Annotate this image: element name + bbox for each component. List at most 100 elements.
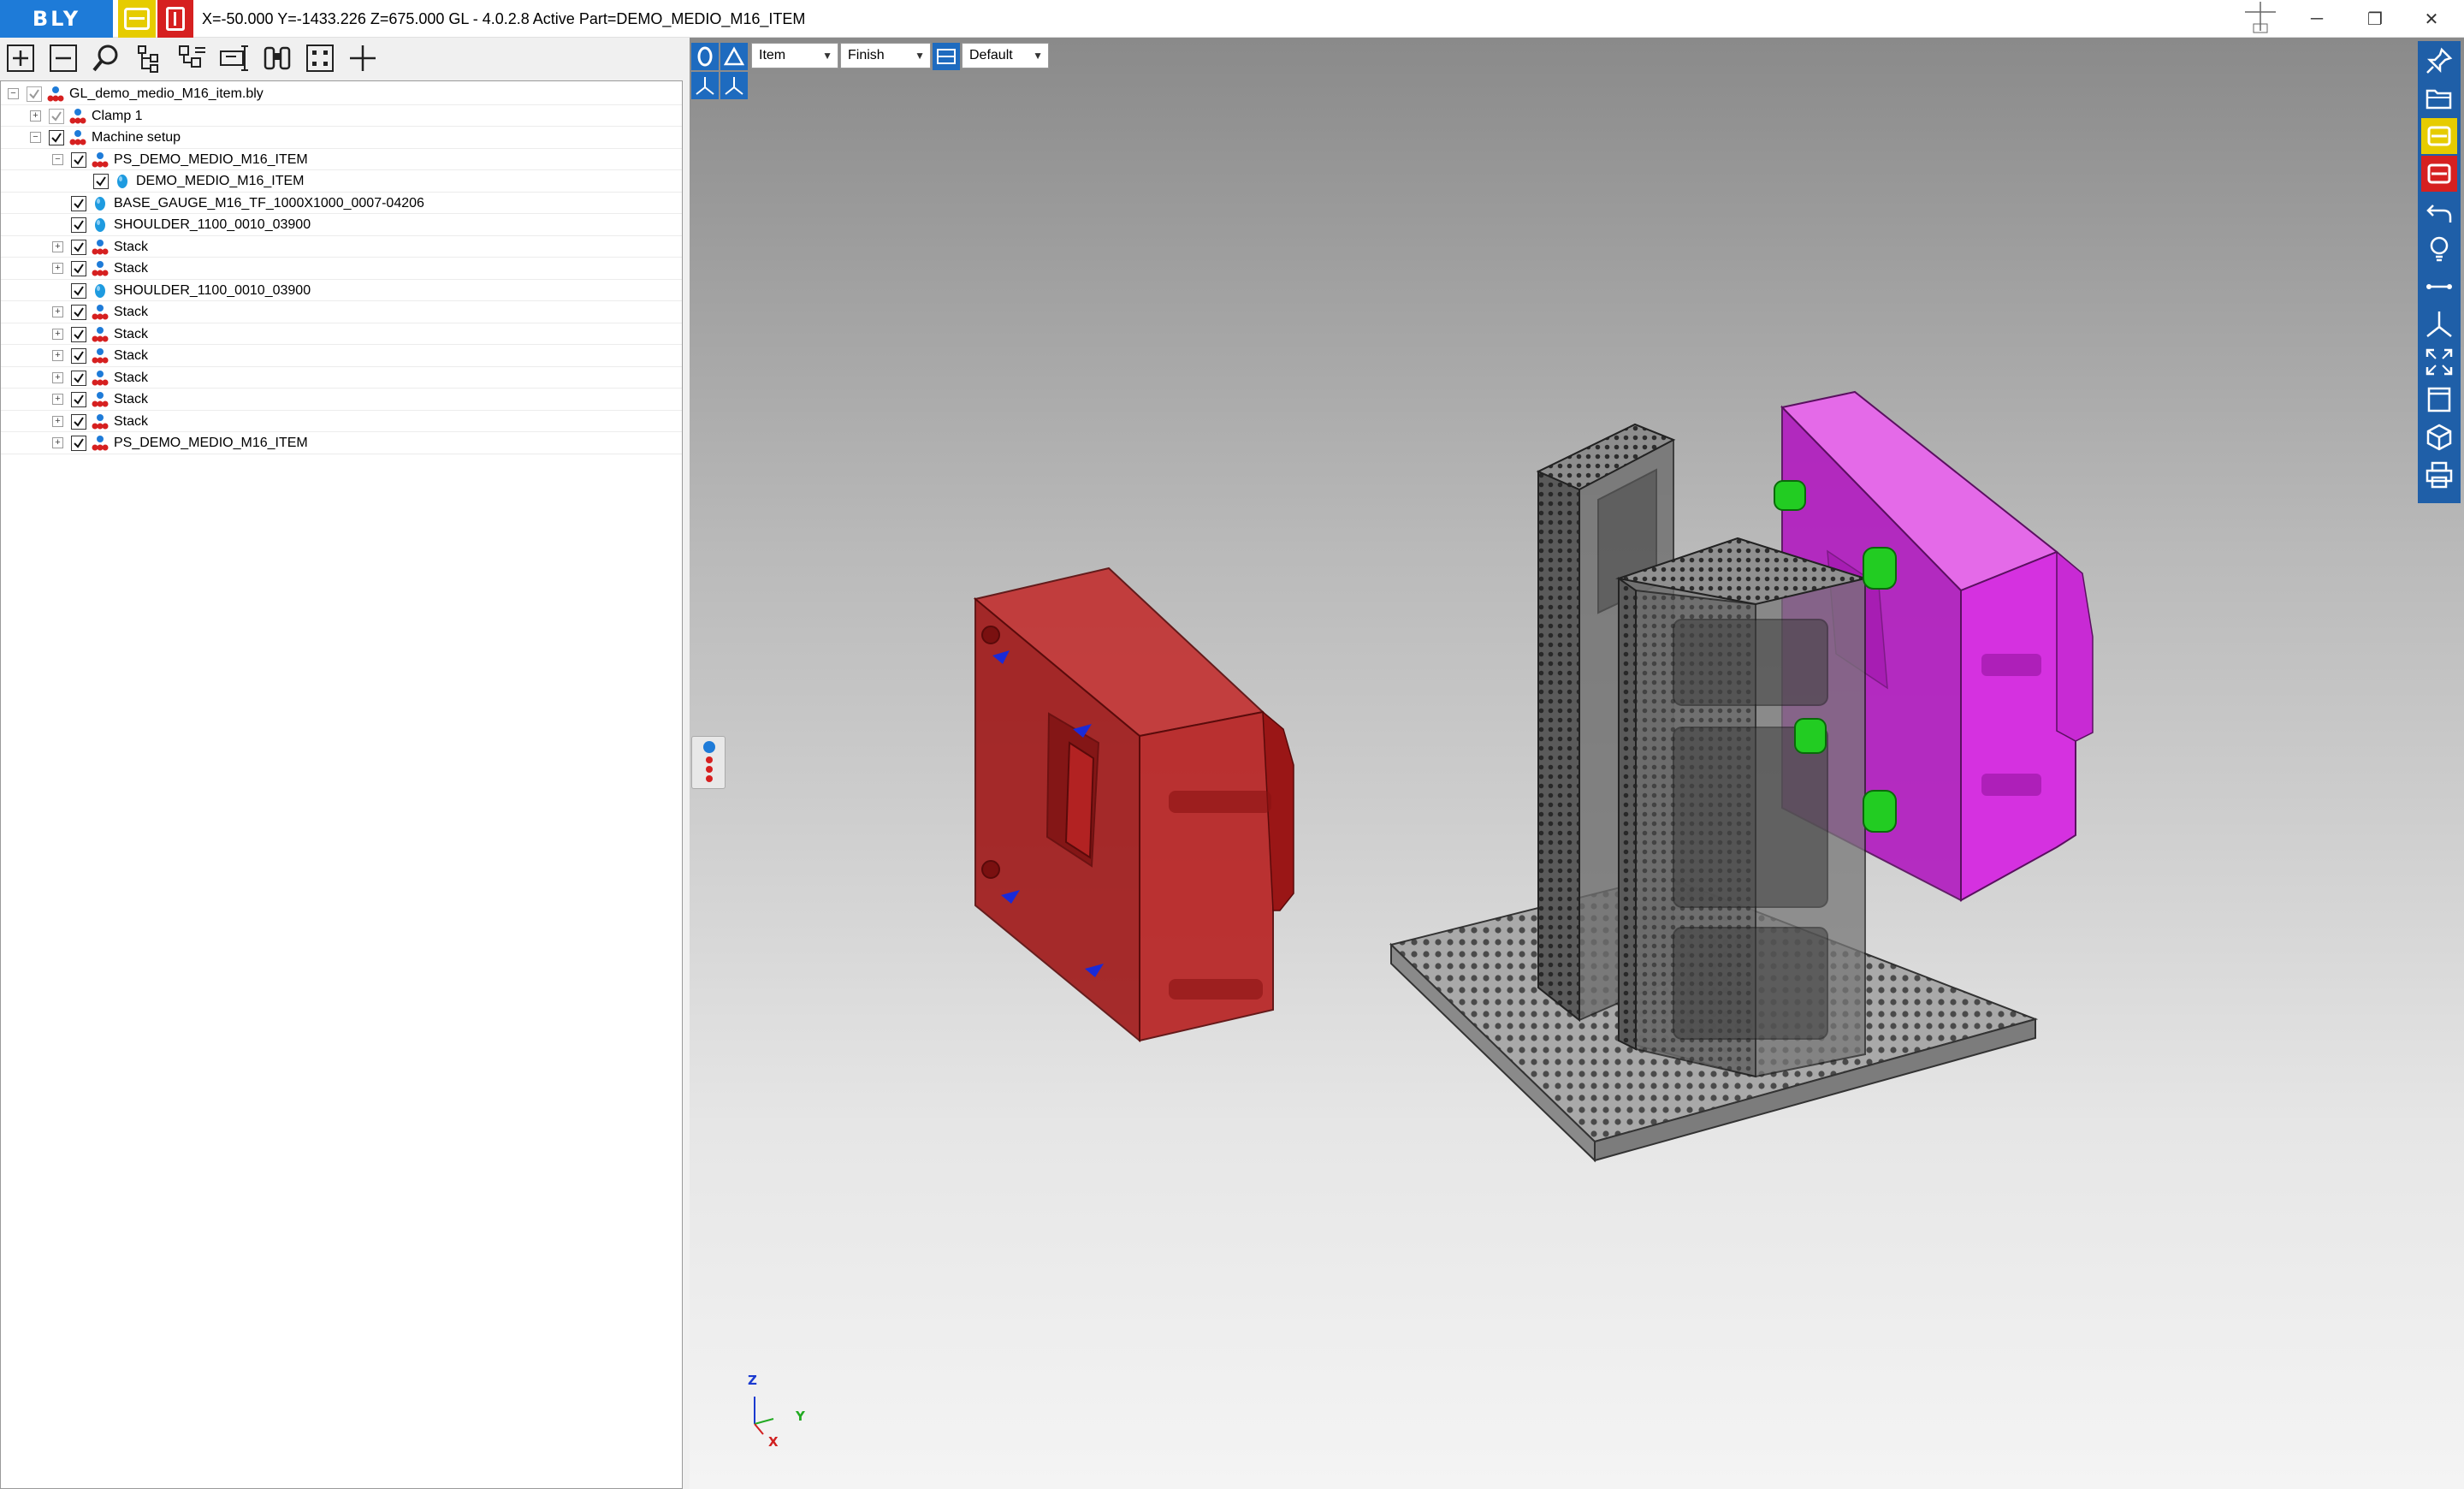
axis-x-label: X bbox=[768, 1434, 779, 1450]
collapse-node-icon[interactable]: − bbox=[8, 88, 19, 99]
visibility-checkbox[interactable] bbox=[71, 326, 86, 342]
view-preset-dropdown[interactable]: Default ▼ bbox=[962, 43, 1049, 68]
red-part[interactable] bbox=[973, 567, 1294, 1043]
visibility-checkbox[interactable] bbox=[71, 217, 86, 233]
part-icon bbox=[114, 173, 131, 190]
visibility-checkbox[interactable] bbox=[71, 413, 86, 430]
axis-z-label: Z bbox=[748, 1373, 757, 1388]
stage-dropdown[interactable]: Finish ▼ bbox=[840, 43, 931, 68]
rename-icon[interactable] bbox=[217, 41, 252, 75]
visibility-checkbox[interactable] bbox=[71, 151, 86, 168]
tree-item[interactable]: + Stack bbox=[1, 236, 682, 258]
visibility-checkbox[interactable] bbox=[49, 108, 64, 124]
expand-node-icon[interactable]: + bbox=[52, 371, 63, 383]
assembly-icon bbox=[69, 129, 86, 146]
tree-item[interactable]: + Stack bbox=[1, 258, 682, 280]
tree-item-label: Stack bbox=[114, 326, 149, 341]
visibility-checkbox[interactable] bbox=[71, 348, 86, 364]
tree-item-label: BASE_GAUGE_M16_TF_1000X1000_0007-04206 bbox=[114, 195, 424, 211]
shading-icon[interactable] bbox=[720, 43, 748, 70]
fit-all-icon[interactable] bbox=[2421, 344, 2457, 380]
tree-up-icon[interactable] bbox=[132, 41, 166, 75]
print-icon[interactable] bbox=[2421, 457, 2457, 493]
tree-item[interactable]: + Stack bbox=[1, 323, 682, 345]
expand-node-icon[interactable]: + bbox=[52, 415, 63, 427]
expand-node-icon[interactable]: + bbox=[52, 350, 63, 361]
3d-scene[interactable] bbox=[690, 38, 2464, 1489]
pin-icon[interactable] bbox=[2421, 43, 2457, 79]
assembly-icon bbox=[92, 326, 109, 343]
assembly-icon bbox=[92, 370, 109, 387]
tree-item[interactable]: SHOULDER_1100_0010_03900 bbox=[1, 214, 682, 236]
tree-item-label: SHOULDER_1100_0010_03900 bbox=[114, 217, 311, 232]
collapse-icon[interactable] bbox=[46, 41, 80, 75]
front-tower[interactable] bbox=[1615, 537, 1869, 1078]
close-button[interactable]: ✕ bbox=[2404, 0, 2459, 38]
tree-item[interactable]: + Stack bbox=[1, 345, 682, 367]
yellow-b-icon[interactable] bbox=[2421, 118, 2457, 154]
cube-icon[interactable] bbox=[2421, 419, 2457, 455]
visibility-checkbox[interactable] bbox=[71, 239, 86, 255]
bly-logo[interactable]: BLY bbox=[0, 0, 113, 38]
binoculars-icon[interactable] bbox=[260, 41, 294, 75]
visibility-checkbox[interactable] bbox=[71, 305, 86, 320]
tree-item-label: Stack bbox=[114, 370, 149, 385]
expand-node-icon[interactable]: + bbox=[52, 240, 63, 252]
maximize-button[interactable]: ❐ bbox=[2348, 0, 2402, 38]
visibility-checkbox[interactable] bbox=[49, 130, 64, 145]
axes-alt-view-icon[interactable] bbox=[720, 72, 748, 99]
tree-item-label: Clamp 1 bbox=[92, 108, 143, 123]
tree-item[interactable]: BASE_GAUGE_M16_TF_1000X1000_0007-04206 bbox=[1, 193, 682, 214]
tree-item[interactable]: − Machine setup bbox=[1, 127, 682, 149]
visibility-checkbox[interactable] bbox=[71, 261, 86, 276]
visibility-checkbox[interactable] bbox=[27, 86, 42, 102]
view-mode-icon[interactable] bbox=[691, 43, 719, 70]
view-preset-icon[interactable] bbox=[933, 43, 960, 70]
expand-node-icon[interactable]: + bbox=[52, 263, 63, 274]
axes-icon[interactable] bbox=[2421, 306, 2457, 342]
visibility-checkbox[interactable] bbox=[71, 392, 86, 407]
visibility-checkbox[interactable] bbox=[71, 282, 86, 299]
tree-down-icon[interactable] bbox=[175, 41, 209, 75]
tree-item[interactable]: + Stack bbox=[1, 411, 682, 432]
side-indicator-icon[interactable] bbox=[691, 736, 726, 789]
visibility-checkbox[interactable] bbox=[71, 436, 86, 451]
tree-item-label: Stack bbox=[114, 239, 149, 254]
tree-item[interactable]: + Clamp 1 bbox=[1, 105, 682, 127]
window-icon[interactable] bbox=[2421, 382, 2457, 418]
expand-node-icon[interactable]: + bbox=[52, 437, 63, 448]
search-icon[interactable] bbox=[89, 41, 123, 75]
tree-item[interactable]: − GL_demo_medio_M16_item.bly bbox=[1, 83, 682, 105]
expand-node-icon[interactable]: + bbox=[52, 328, 63, 340]
3d-viewport[interactable] bbox=[690, 38, 2464, 1489]
add-icon[interactable] bbox=[346, 41, 380, 75]
visibility-checkbox[interactable] bbox=[71, 370, 86, 386]
expand-icon[interactable] bbox=[3, 41, 38, 75]
tree-item[interactable]: + Stack bbox=[1, 367, 682, 389]
visibility-checkbox[interactable] bbox=[93, 174, 109, 189]
open-folder-icon[interactable] bbox=[2421, 80, 2457, 116]
measure-icon[interactable] bbox=[2421, 269, 2457, 305]
tree-item[interactable]: + Stack bbox=[1, 301, 682, 323]
yellow-b-logo-icon[interactable] bbox=[118, 0, 156, 38]
visibility-checkbox[interactable] bbox=[71, 195, 86, 211]
tree-item[interactable]: SHOULDER_1100_0010_03900 bbox=[1, 280, 682, 301]
undo-icon[interactable] bbox=[2421, 193, 2457, 229]
red-b-icon[interactable] bbox=[2421, 156, 2457, 192]
red-logo-icon[interactable] bbox=[157, 0, 193, 38]
selection-mode-dropdown[interactable]: Item ▼ bbox=[751, 43, 838, 68]
tree-item[interactable]: − PS_DEMO_MEDIO_M16_ITEM bbox=[1, 149, 682, 170]
collapse-node-icon[interactable]: − bbox=[52, 153, 63, 165]
bulb-icon[interactable] bbox=[2421, 231, 2457, 267]
expand-node-icon[interactable]: + bbox=[52, 306, 63, 317]
expand-node-icon[interactable]: + bbox=[30, 110, 41, 122]
collapse-node-icon[interactable]: − bbox=[30, 132, 41, 143]
tree-item[interactable]: DEMO_MEDIO_M16_ITEM bbox=[1, 170, 682, 193]
expand-node-icon[interactable]: + bbox=[52, 394, 63, 405]
minimize-button[interactable]: ─ bbox=[2289, 0, 2344, 38]
tree-item[interactable]: + Stack bbox=[1, 389, 682, 411]
tree-item[interactable]: + PS_DEMO_MEDIO_M16_ITEM bbox=[1, 432, 682, 454]
view-toolbar: Item ▼ Finish ▼ Default ▼ bbox=[691, 41, 1051, 103]
fit-icon[interactable] bbox=[303, 41, 337, 75]
axes-view-icon[interactable] bbox=[691, 72, 719, 99]
